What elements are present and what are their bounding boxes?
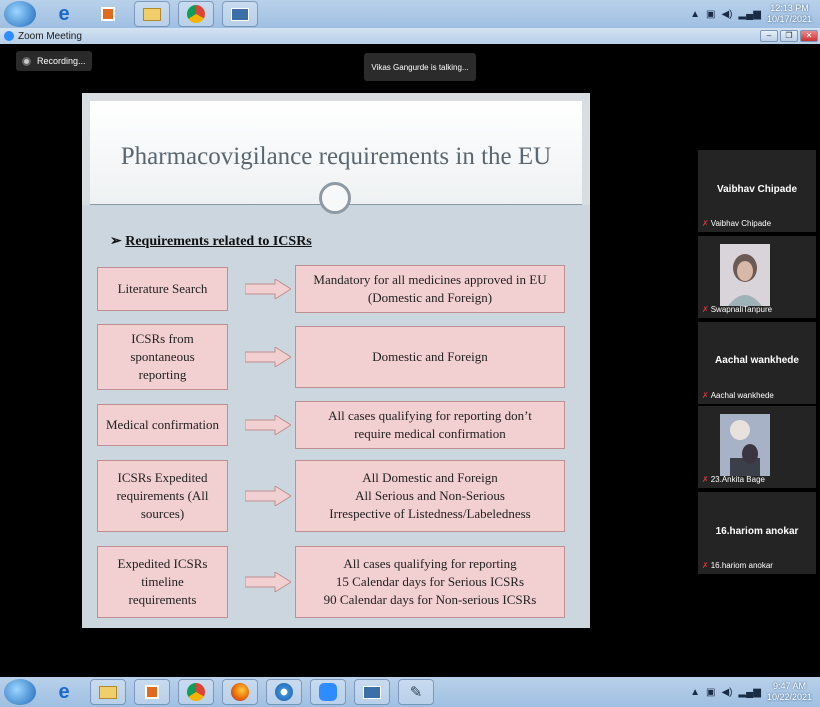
file-explorer-icon[interactable] <box>90 679 126 705</box>
slide-title: Pharmacovigilance requirements in the EU <box>120 143 552 170</box>
section-heading: ➢ Requirements related to ICSRs <box>110 233 312 250</box>
outlook-icon[interactable] <box>134 679 170 705</box>
network-icon[interactable]: ▣ <box>706 687 715 698</box>
window-titlebar: Zoom Meeting – ❐ ✕ <box>0 28 820 44</box>
right-arrow-icon <box>245 486 291 506</box>
clock-date: 10/17/2021 <box>766 14 812 24</box>
window-title: Zoom Meeting <box>18 30 82 42</box>
volume-icon[interactable]: ◀) <box>721 9 732 20</box>
top-taskbar: e ▲ ▣ ◀) ▂▄▆ 12:13 PM 10/17/2021 <box>0 0 820 28</box>
start-button[interactable] <box>4 679 36 705</box>
internet-explorer-icon[interactable]: e <box>46 679 82 705</box>
signal-icon[interactable]: ▂▄▆ <box>738 687 760 698</box>
system-tray: ▲ ▣ ◀) ▂▄▆ 12:13 PM 10/17/2021 <box>690 3 820 25</box>
muted-mic-icon: ✗ <box>702 305 709 314</box>
zoom-app-icon[interactable] <box>310 679 346 705</box>
requirement-detail: Domestic and Foreign <box>295 326 565 388</box>
screen-icon[interactable] <box>222 1 258 27</box>
tray-arrow-icon[interactable]: ▲ <box>690 687 700 698</box>
right-arrow-icon <box>245 415 291 435</box>
paint-icon[interactable]: ✎ <box>398 679 434 705</box>
requirement-detail: Mandatory for all medicines approved in … <box>295 265 565 313</box>
recording-indicator[interactable]: Recording... <box>16 51 92 71</box>
requirement-detail: All Domestic and Foreign All Serious and… <box>295 460 565 532</box>
requirement-row: ICSRs Expedited requirements (All source… <box>97 460 572 532</box>
zoom-logo-icon <box>4 31 14 41</box>
requirement-label: Medical confirmation <box>97 404 228 446</box>
chrome-icon[interactable] <box>178 1 214 27</box>
participant-label: ✗ 16.hariom anokar <box>702 561 773 570</box>
outlook-icon[interactable] <box>90 1 126 27</box>
right-arrow-icon <box>245 279 291 299</box>
recording-label: Recording... <box>37 56 86 66</box>
participant-tile[interactable]: ✗ 23.Ankita Bage <box>698 406 816 488</box>
requirement-row: Literature Search Mandatory for all medi… <box>97 265 572 313</box>
participant-tile[interactable]: Aachal wankhede ✗ Aachal wankhede <box>698 322 816 404</box>
network-icon[interactable]: ▣ <box>706 9 715 20</box>
muted-mic-icon: ✗ <box>702 475 709 484</box>
clock[interactable]: 12:13 PM 10/17/2021 <box>767 3 812 25</box>
requirement-label: Expedited ICSRs timeline requirements <box>97 546 228 618</box>
system-tray: ▲ ▣ ◀) ▂▄▆ 9:47 AM 10/22/2021 <box>690 681 820 703</box>
participant-tile[interactable]: ✗ SwapnaliTanpure <box>698 236 816 318</box>
clock[interactable]: 9:47 AM 10/22/2021 <box>767 681 812 703</box>
requirement-detail: All cases qualifying for reporting 15 Ca… <box>295 546 565 618</box>
firefox-icon[interactable] <box>222 679 258 705</box>
participant-display-name: Vaibhav Chipade <box>716 184 798 195</box>
participant-name: 23.Ankita Bage <box>710 475 765 484</box>
recording-dot-icon <box>22 56 31 66</box>
active-speaker-banner: Vikas Gangurde is talking... <box>364 53 476 81</box>
participant-tile[interactable]: 16.hariom anokar ✗ 16.hariom anokar <box>698 492 816 574</box>
tray-arrow-icon[interactable]: ▲ <box>690 9 700 20</box>
window-controls: – ❐ ✕ <box>760 30 820 42</box>
start-button[interactable] <box>4 1 36 27</box>
participant-label: ✗ Aachal wankhede <box>702 391 774 400</box>
clock-date: 10/22/2021 <box>766 692 812 702</box>
minimize-button[interactable]: – <box>760 30 778 42</box>
signal-icon[interactable]: ▂▄▆ <box>738 9 760 20</box>
clock-time: 12:13 PM <box>770 3 809 13</box>
clock-time: 9:47 AM <box>772 681 806 691</box>
participant-name: SwapnaliTanpure <box>710 305 773 314</box>
right-arrow-icon <box>245 572 291 592</box>
person-avatar-icon <box>720 414 770 476</box>
participant-name: Vaibhav Chipade <box>710 219 772 228</box>
screen-icon[interactable] <box>354 679 390 705</box>
chrome-icon[interactable] <box>178 679 214 705</box>
shared-slide: Pharmacovigilance requirements in the EU… <box>82 93 590 628</box>
participant-video <box>720 244 770 306</box>
slide-circle-ornament <box>319 182 351 214</box>
bottom-taskbar: e ✎ ▲ ▣ ◀) ▂▄▆ 9:47 AM 10/22/2021 <box>0 677 820 707</box>
file-explorer-icon[interactable] <box>134 1 170 27</box>
participant-label: ✗ Vaibhav Chipade <box>702 219 771 228</box>
participant-video <box>720 414 770 476</box>
muted-mic-icon: ✗ <box>702 391 709 400</box>
requirement-row: ICSRs from spontaneous reporting Domesti… <box>97 324 572 390</box>
requirement-row: Expedited ICSRs timeline requirements Al… <box>97 546 572 618</box>
participant-name: 16.hariom anokar <box>710 561 773 570</box>
requirement-label: ICSRs from spontaneous reporting <box>97 324 228 390</box>
internet-explorer-icon[interactable]: e <box>46 1 82 27</box>
participant-display-name: 16.hariom anokar <box>715 526 799 537</box>
muted-mic-icon: ✗ <box>702 219 709 228</box>
section-bullet-icon: ➢ <box>110 234 122 249</box>
section-heading-text: Requirements related to ICSRs <box>125 234 312 249</box>
right-arrow-icon <box>245 347 291 367</box>
participant-label: ✗ 23.Ankita Bage <box>702 475 765 484</box>
requirement-label: ICSRs Expedited requirements (All source… <box>97 460 228 532</box>
restore-button[interactable]: ❐ <box>780 30 798 42</box>
volume-icon[interactable]: ◀) <box>721 687 732 698</box>
participant-label: ✗ SwapnaliTanpure <box>702 305 772 314</box>
active-speaker-text: Vikas Gangurde is talking... <box>371 62 469 72</box>
person-avatar-icon <box>720 244 770 306</box>
chrome-alt-icon[interactable] <box>266 679 302 705</box>
requirement-label: Literature Search <box>97 267 228 311</box>
participant-display-name: Aachal wankhede <box>715 355 799 366</box>
requirement-detail: All cases qualifying for reporting don’t… <box>295 401 565 449</box>
requirement-row: Medical confirmation All cases qualifyin… <box>97 401 572 449</box>
participant-name: Aachal wankhede <box>710 391 774 400</box>
muted-mic-icon: ✗ <box>702 561 709 570</box>
participant-tile[interactable]: Vaibhav Chipade ✗ Vaibhav Chipade <box>698 150 816 232</box>
close-button[interactable]: ✕ <box>800 30 818 42</box>
